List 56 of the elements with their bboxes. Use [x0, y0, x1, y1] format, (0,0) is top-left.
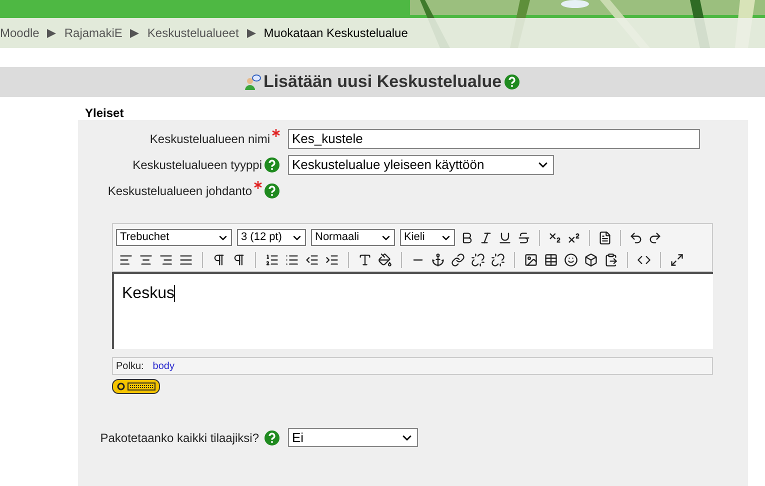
breadcrumb-link[interactable]: Moodle [0, 24, 40, 42]
breadcrumb-link[interactable]: RajamakiE [64, 24, 122, 42]
indent-icon[interactable] [325, 253, 339, 267]
align-left-icon[interactable] [119, 253, 133, 267]
select-field[interactable]: Keskustelualue yleiseen käyttöön [288, 155, 554, 175]
bold-icon[interactable] [460, 230, 474, 244]
outdent-icon[interactable] [305, 253, 319, 267]
link-icon[interactable] [451, 253, 465, 267]
underline-icon[interactable] [498, 230, 512, 244]
help-icon[interactable] [264, 156, 280, 172]
justify-icon[interactable] [179, 253, 193, 267]
smiley-icon[interactable] [564, 253, 578, 267]
undo-icon[interactable] [629, 230, 643, 244]
field-label: Keskustelualueen tyyppi [132, 156, 262, 174]
strikethrough-icon[interactable] [517, 230, 531, 244]
page-heading: Lisätään uusi Keskustelualue [263, 71, 502, 94]
table-icon[interactable] [544, 253, 558, 267]
text-color-icon[interactable] [358, 253, 372, 267]
italic-icon[interactable] [479, 230, 493, 244]
help-icon[interactable] [264, 430, 280, 446]
subscript-icon[interactable] [548, 230, 562, 244]
paste-icon[interactable] [604, 253, 618, 267]
language-select[interactable]: Kieli [400, 229, 455, 246]
select-field[interactable]: Ei [288, 428, 418, 447]
breadcrumb-link[interactable]: Keskustelualueet [147, 24, 239, 42]
help-icon[interactable] [504, 74, 520, 90]
field-label: Keskustelualueen nimi [150, 130, 270, 148]
keyboard-help-icon[interactable] [112, 379, 160, 394]
redo-icon[interactable] [648, 230, 662, 244]
forum-icon [245, 74, 262, 90]
path-label: Polku: [116, 360, 144, 374]
anchor-icon[interactable] [431, 253, 445, 267]
separator-icon [130, 28, 140, 38]
unlink-icon[interactable] [471, 253, 485, 267]
help-icon[interactable] [264, 182, 280, 198]
field-label: Pakotetaanko kaikki tilaajiksi? [100, 430, 259, 446]
align-right-icon[interactable] [159, 253, 173, 267]
size-select[interactable]: 3 (12 pt) [237, 229, 306, 246]
breadcrumb-current: Muokataan Keskustelualue [264, 25, 408, 42]
fieldset-legend: Yleiset [78, 107, 748, 120]
html-source-icon[interactable] [637, 253, 651, 267]
font-select[interactable]: Trebuchet [116, 229, 232, 246]
background-color-icon[interactable] [378, 253, 392, 267]
numbered-list-icon[interactable] [265, 253, 279, 267]
superscript-icon[interactable] [567, 230, 581, 244]
separator-icon [246, 28, 256, 38]
text-field[interactable]: Kes_kustele [288, 129, 700, 149]
field-label: Keskustelualueen johdanto [108, 182, 252, 200]
fullscreen-icon[interactable] [670, 253, 684, 267]
editor-content[interactable]: Keskus [112, 272, 713, 349]
path-link[interactable]: body [152, 358, 174, 374]
align-center-icon[interactable] [139, 253, 153, 267]
image-icon[interactable] [524, 253, 538, 267]
separator-icon [47, 28, 56, 38]
format-select[interactable]: Normaali [311, 229, 395, 246]
bullet-list-icon[interactable] [285, 253, 299, 267]
